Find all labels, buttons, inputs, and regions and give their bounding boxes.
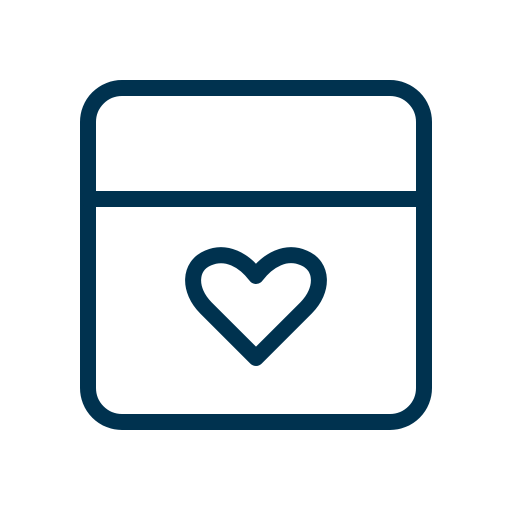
heart-shape <box>185 247 327 366</box>
calendar-frame <box>80 80 432 430</box>
calendar-heart-icon <box>80 80 432 430</box>
icon-canvas <box>0 0 512 512</box>
